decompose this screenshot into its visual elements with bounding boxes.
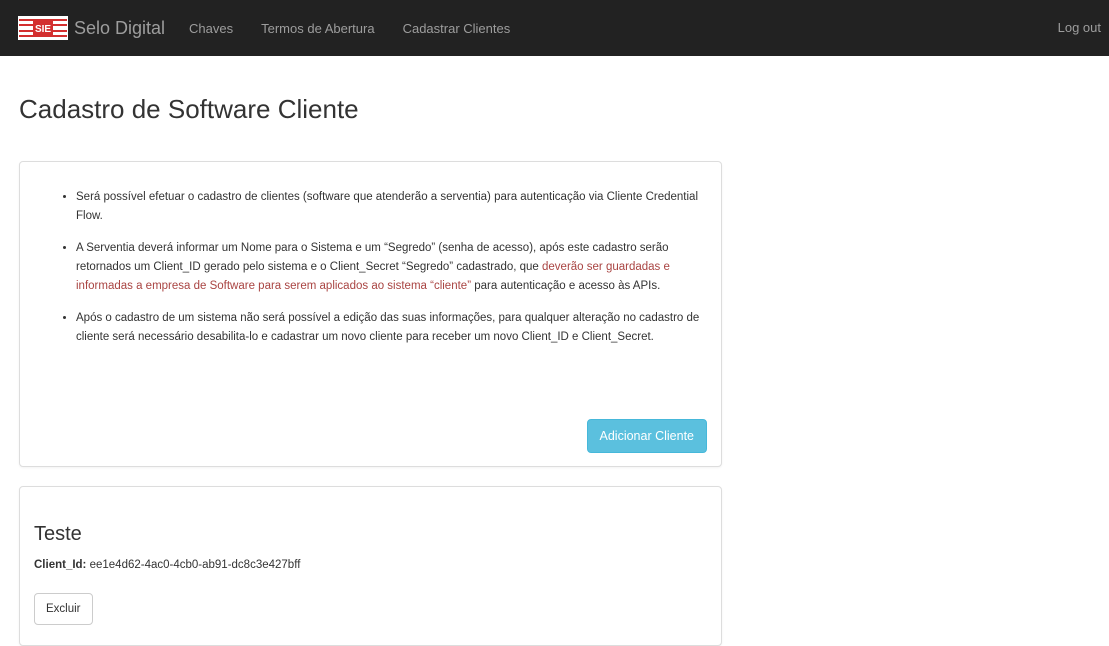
top-navbar: SIE Selo Digital Chaves Termos de Abertu… xyxy=(0,0,1109,56)
info-item-3-text: Após o cadastro de um sistema não será p… xyxy=(76,312,700,343)
client-id-row: Client_Id: ee1e4d62-4ac0-4cb0-ab91-dc8c3… xyxy=(34,559,300,571)
logo-graphic: SIE xyxy=(19,17,67,39)
nav-link-cadastrar-clientes[interactable]: Cadastrar Clientes xyxy=(403,21,511,36)
add-client-button[interactable]: Adicionar Cliente xyxy=(586,419,707,453)
info-item-2-text-after: para autenticação e acesso às APIs. xyxy=(471,280,661,292)
info-panel: Será possível efetuar o cadastro de clie… xyxy=(19,161,722,467)
logout-link[interactable]: Log out xyxy=(1058,0,1101,56)
page-title: Cadastro de Software Cliente xyxy=(19,94,359,124)
client-name: Teste xyxy=(34,523,82,545)
info-item-1: Será possível efetuar o cadastro de clie… xyxy=(76,188,710,226)
info-list: Será possível efetuar o cadastro de clie… xyxy=(60,188,710,360)
nav-link-termos-de-abertura[interactable]: Termos de Abertura xyxy=(261,21,374,36)
nav-link-chaves[interactable]: Chaves xyxy=(189,21,233,36)
selo-digital-logo-icon: SIE xyxy=(18,16,68,40)
client-id-label: Client_Id: xyxy=(34,559,87,571)
brand-title: Selo Digital xyxy=(74,17,166,38)
delete-client-button[interactable]: Excluir xyxy=(34,593,93,625)
logo-text: SIE xyxy=(35,24,51,35)
info-item-2: A Serventia deverá informar um Nome para… xyxy=(76,239,710,296)
client-id-value: ee1e4d62-4ac0-4cb0-ab91-dc8c3e427bff xyxy=(89,559,301,571)
info-item-3: Após o cadastro de um sistema não será p… xyxy=(76,309,710,347)
nav-links: Chaves Termos de Abertura Cadastrar Clie… xyxy=(189,21,538,36)
brand-link[interactable]: SIE Selo Digital xyxy=(18,16,165,40)
info-item-1-text: Será possível efetuar o cadastro de clie… xyxy=(76,191,698,222)
client-panel: Teste Client_Id: ee1e4d62-4ac0-4cb0-ab91… xyxy=(19,486,722,646)
